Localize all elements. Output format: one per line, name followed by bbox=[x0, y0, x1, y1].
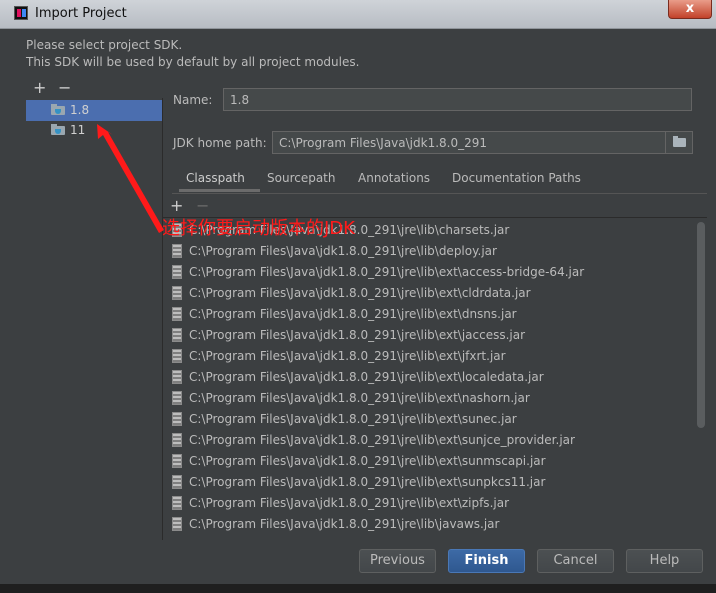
classpath-row[interactable]: C:\Program Files\Java\jdk1.8.0_291\jre\l… bbox=[171, 430, 691, 451]
jar-icon bbox=[172, 370, 182, 384]
tab-classpath[interactable]: Classpath bbox=[186, 171, 245, 185]
classpath-path: C:\Program Files\Java\jdk1.8.0_291\jre\l… bbox=[189, 412, 517, 426]
help-button[interactable]: Help bbox=[626, 549, 703, 573]
sdk-item-label: 1.8 bbox=[70, 103, 90, 117]
jdk-home-path-field[interactable] bbox=[272, 131, 693, 154]
classpath-path: C:\Program Files\Java\jdk1.8.0_291\jre\l… bbox=[189, 370, 544, 384]
intellij-app-icon bbox=[14, 6, 28, 20]
classpath-row[interactable]: C:\Program Files\Java\jdk1.8.0_291\jre\l… bbox=[171, 472, 691, 493]
jdk-folder-icon bbox=[51, 124, 65, 135]
classpath-row[interactable]: C:\Program Files\Java\jdk1.8.0_291\jre\l… bbox=[171, 409, 691, 430]
window-title: Import Project bbox=[35, 6, 127, 21]
annotation-text: 选择你要启动版本的JDK bbox=[162, 218, 355, 239]
description-line-2: This SDK will be used by default by all … bbox=[26, 55, 360, 69]
classpath-path: C:\Program Files\Java\jdk1.8.0_291\jre\l… bbox=[189, 265, 585, 279]
jar-icon bbox=[172, 433, 182, 447]
jar-icon bbox=[172, 454, 182, 468]
folder-icon bbox=[673, 136, 686, 147]
classpath-path: C:\Program Files\Java\jdk1.8.0_291\jre\l… bbox=[189, 244, 497, 258]
jar-icon bbox=[172, 517, 182, 531]
classpath-row[interactable]: C:\Program Files\Java\jdk1.8.0_291\jre\l… bbox=[171, 514, 691, 535]
jar-icon bbox=[172, 496, 182, 510]
classpath-path: C:\Program Files\Java\jdk1.8.0_291\jre\l… bbox=[189, 517, 500, 531]
classpath-row[interactable]: C:\Program Files\Java\jdk1.8.0_291\jre\l… bbox=[171, 367, 691, 388]
classpath-row[interactable]: C:\Program Files\Java\jdk1.8.0_291\jre\l… bbox=[171, 325, 691, 346]
classpath-list: C:\Program Files\Java\jdk1.8.0_291\jre\l… bbox=[163, 217, 707, 541]
classpath-path: C:\Program Files\Java\jdk1.8.0_291\jre\l… bbox=[189, 349, 506, 363]
sdk-item-11[interactable]: 11 bbox=[26, 120, 162, 141]
classpath-path: C:\Program Files\Java\jdk1.8.0_291\jre\l… bbox=[189, 454, 546, 468]
jar-icon bbox=[172, 349, 182, 363]
classpath-path: C:\Program Files\Java\jdk1.8.0_291\jre\l… bbox=[189, 475, 546, 489]
window-bottom-edge bbox=[0, 584, 716, 593]
cancel-button[interactable]: Cancel bbox=[537, 549, 614, 573]
tab-documentation-paths[interactable]: Documentation Paths bbox=[452, 171, 581, 185]
classpath-path: C:\Program Files\Java\jdk1.8.0_291\jre\l… bbox=[189, 433, 575, 447]
tab-annotations[interactable]: Annotations bbox=[358, 171, 430, 185]
jar-icon bbox=[172, 475, 182, 489]
classpath-path: C:\Program Files\Java\jdk1.8.0_291\jre\l… bbox=[189, 496, 509, 510]
classpath-row[interactable]: C:\Program Files\Java\jdk1.8.0_291\jre\l… bbox=[171, 283, 691, 304]
jdk-home-path-label: JDK home path: bbox=[173, 136, 267, 150]
browse-button[interactable] bbox=[665, 132, 692, 153]
jar-icon bbox=[172, 244, 182, 258]
classpath-path: C:\Program Files\Java\jdk1.8.0_291\jre\l… bbox=[189, 307, 517, 321]
classpath-row[interactable]: C:\Program Files\Java\jdk1.8.0_291\jre\l… bbox=[171, 346, 691, 367]
jar-icon bbox=[172, 307, 182, 321]
classpath-path: C:\Program Files\Java\jdk1.8.0_291\jre\l… bbox=[189, 391, 530, 405]
active-tab-indicator bbox=[179, 189, 260, 192]
classpath-path: C:\Program Files\Java\jdk1.8.0_291\jre\l… bbox=[189, 328, 526, 342]
previous-button[interactable]: Previous bbox=[359, 549, 436, 573]
jar-icon bbox=[172, 391, 182, 405]
classpath-row[interactable]: C:\Program Files\Java\jdk1.8.0_291\jre\l… bbox=[171, 241, 691, 262]
classpath-row[interactable]: C:\Program Files\Java\jdk1.8.0_291\jre\l… bbox=[171, 262, 691, 283]
remove-sdk-button[interactable]: − bbox=[58, 80, 71, 96]
finish-button[interactable]: Finish bbox=[448, 549, 525, 573]
classpath-row[interactable]: C:\Program Files\Java\jdk1.8.0_291\jre\l… bbox=[171, 304, 691, 325]
classpath-row[interactable]: C:\Program Files\Java\jdk1.8.0_291\jre\l… bbox=[171, 493, 691, 514]
jar-icon bbox=[172, 328, 182, 342]
classpath-scrollbar[interactable] bbox=[697, 222, 705, 428]
tab-sourcepath[interactable]: Sourcepath bbox=[267, 171, 336, 185]
title-bar: Import Project x bbox=[0, 0, 716, 29]
classpath-row[interactable]: C:\Program Files\Java\jdk1.8.0_291\jre\l… bbox=[171, 451, 691, 472]
name-label: Name: bbox=[173, 93, 213, 107]
window-close-button[interactable]: x bbox=[668, 0, 712, 19]
sdk-list: 1.8 11 bbox=[25, 98, 163, 540]
add-classpath-button[interactable]: + bbox=[170, 196, 183, 215]
jar-icon bbox=[172, 412, 182, 426]
jar-icon bbox=[172, 265, 182, 279]
remove-classpath-button[interactable]: − bbox=[196, 196, 209, 215]
tab-bar: Classpath Sourcepath Annotations Documen… bbox=[172, 166, 707, 194]
description-line-1: Please select project SDK. bbox=[26, 38, 183, 52]
name-field[interactable] bbox=[223, 88, 692, 111]
classpath-path: C:\Program Files\Java\jdk1.8.0_291\jre\l… bbox=[189, 286, 531, 300]
sdk-item-1-8[interactable]: 1.8 bbox=[26, 100, 162, 121]
sdk-item-label: 11 bbox=[70, 123, 86, 137]
jdk-folder-icon bbox=[51, 104, 65, 115]
classpath-row[interactable]: C:\Program Files\Java\jdk1.8.0_291\jre\l… bbox=[171, 388, 691, 409]
jar-icon bbox=[172, 286, 182, 300]
add-sdk-button[interactable]: + bbox=[33, 80, 46, 96]
